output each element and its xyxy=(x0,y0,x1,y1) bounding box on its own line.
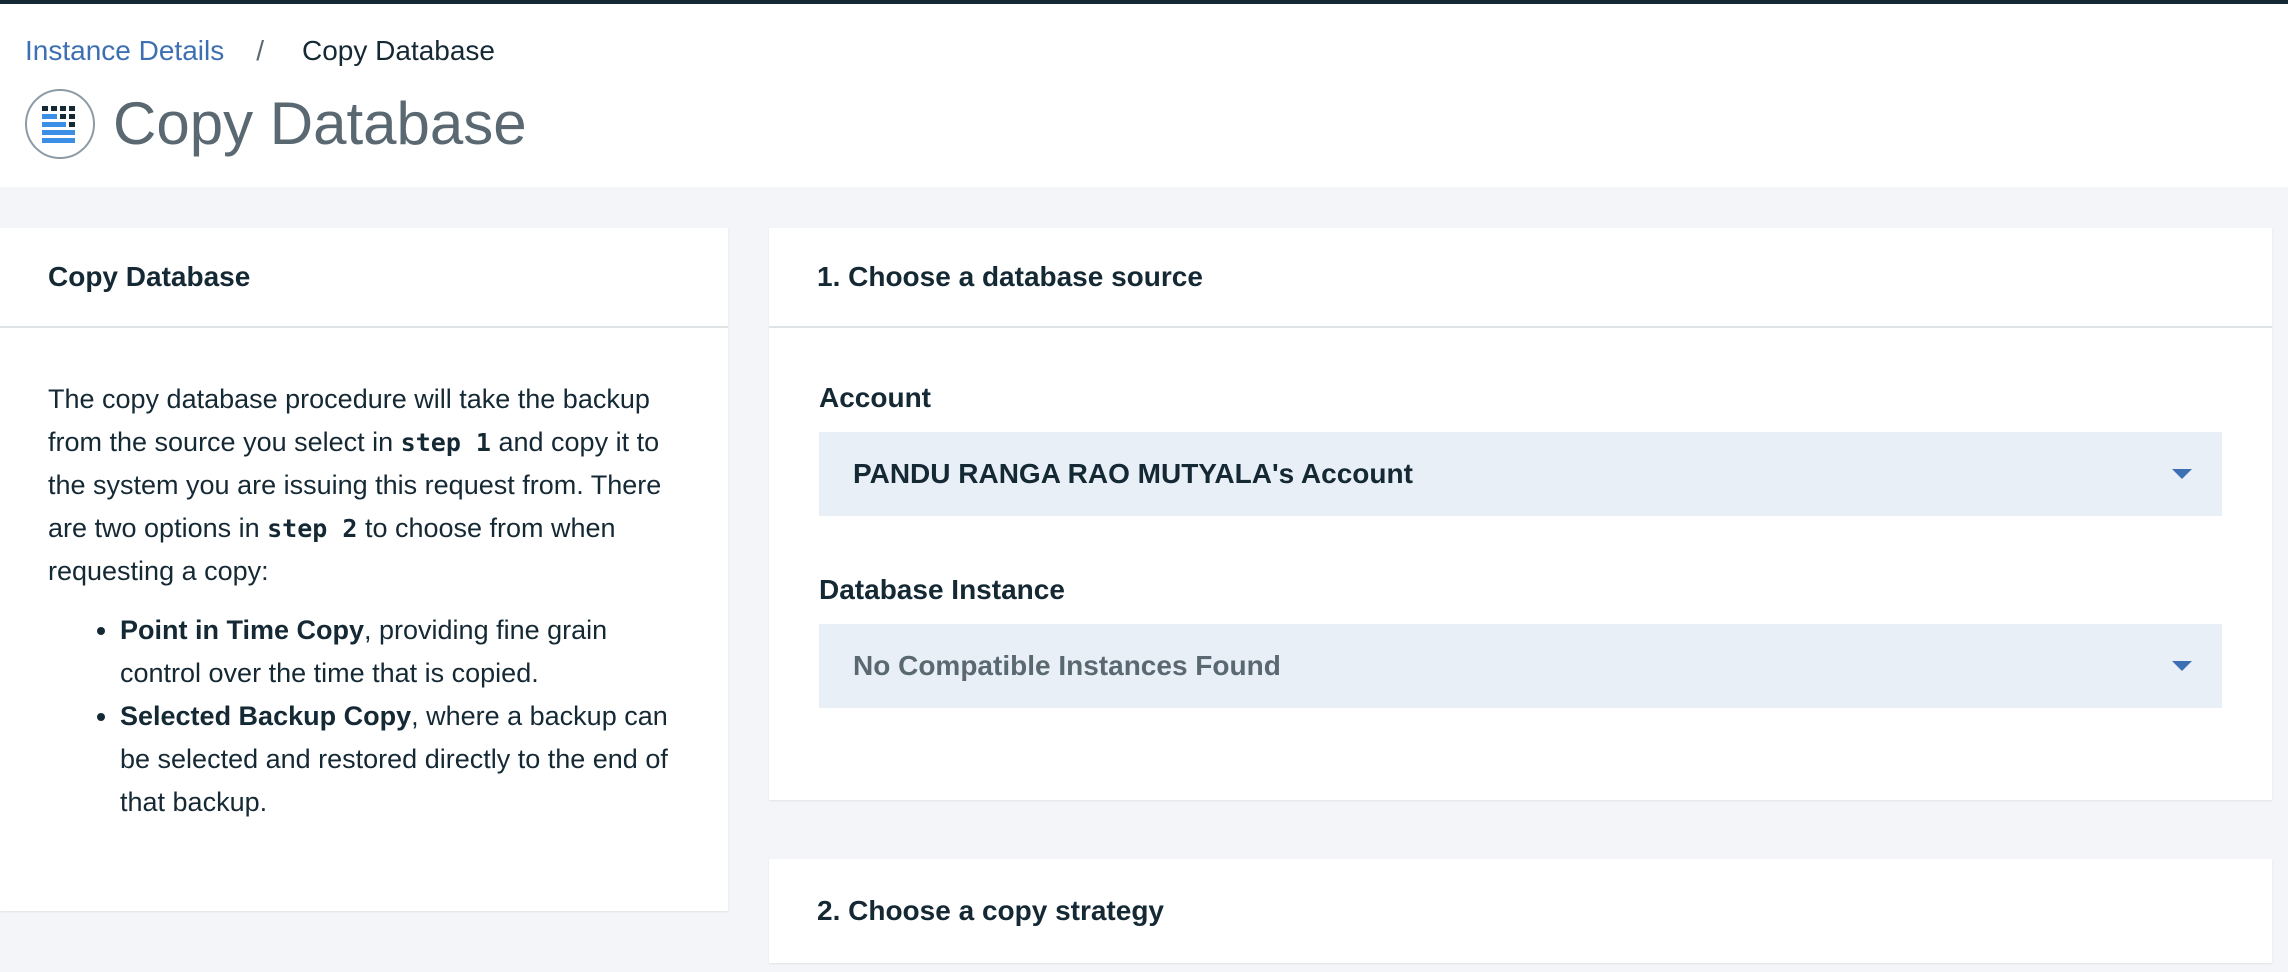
breadcrumb-current: Copy Database xyxy=(302,35,496,66)
option-name: Selected Backup Copy xyxy=(120,701,412,731)
database-source-form: Account PANDU RANGA RAO MUTYALA's Accoun… xyxy=(769,328,2272,708)
chevron-down-icon xyxy=(2172,661,2192,671)
breadcrumb-instance-details-link[interactable]: Instance Details xyxy=(25,31,224,71)
account-select-value: PANDU RANGA RAO MUTYALA's Account xyxy=(853,458,1413,489)
database-instance-select-value: No Compatible Instances Found xyxy=(853,650,1281,681)
info-panel-body: The copy database procedure will take th… xyxy=(0,328,728,824)
page-title: Copy Database xyxy=(113,90,527,157)
list-item: Selected Backup Copy, where a backup can… xyxy=(120,695,680,824)
breadcrumb-separator: / xyxy=(256,35,264,66)
copy-options-list: Point in Time Copy, providing fine grain… xyxy=(48,609,680,824)
page-header: Instance Details / Copy Database Copy Da… xyxy=(0,4,2288,187)
database-source-card: 1. Choose a database source Account PAND… xyxy=(769,228,2272,800)
list-item: Point in Time Copy, providing fine grain… xyxy=(120,609,680,695)
database-icon xyxy=(25,89,95,159)
info-panel-title: Copy Database xyxy=(0,228,728,328)
database-instance-label: Database Instance xyxy=(819,574,1065,605)
step-2-title: 2. Choose a copy strategy xyxy=(817,895,1165,926)
step-1-reference: step 1 xyxy=(400,428,491,457)
step-1-title: 1. Choose a database source xyxy=(769,228,2272,328)
chevron-down-icon xyxy=(2172,469,2192,479)
account-select[interactable]: PANDU RANGA RAO MUTYALA's Account xyxy=(819,432,2222,516)
account-label: Account xyxy=(819,382,931,413)
database-instance-select[interactable]: No Compatible Instances Found xyxy=(819,624,2222,708)
info-panel: Copy Database The copy database procedur… xyxy=(0,228,728,911)
info-paragraph: The copy database procedure will take th… xyxy=(48,378,680,593)
option-name: Point in Time Copy xyxy=(120,615,365,645)
copy-strategy-card: 2. Choose a copy strategy xyxy=(769,859,2272,963)
breadcrumb: Instance Details / Copy Database xyxy=(25,31,495,71)
step-2-reference: step 2 xyxy=(267,514,358,543)
title-row: Copy Database xyxy=(25,89,527,159)
